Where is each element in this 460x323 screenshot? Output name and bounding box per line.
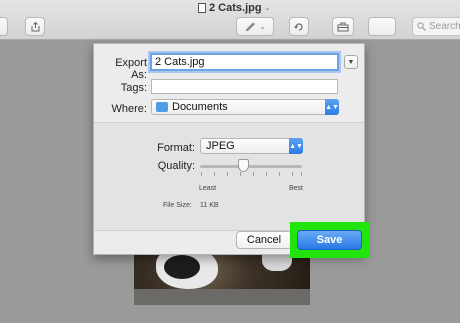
slider-tick (301, 172, 302, 176)
slider-tick (214, 172, 215, 176)
photo-cat-patch (164, 255, 200, 279)
slider-tick (253, 172, 254, 176)
least-label: Least (199, 185, 217, 192)
slider-tick (240, 172, 241, 176)
window-titlebar: 2 Cats.jpg ⌄ ⌄ Search (0, 0, 460, 40)
quality-slider[interactable] (200, 165, 302, 168)
sidebar-toggle-button[interactable] (0, 17, 8, 36)
format-label: Format: (157, 142, 195, 154)
document-icon (198, 3, 206, 13)
format-popup[interactable]: JPEG ▲▼ (200, 138, 303, 154)
folder-icon (156, 102, 168, 112)
search-placeholder: Search (429, 21, 460, 32)
share-button[interactable] (25, 17, 45, 36)
tags-label: Tags: (120, 82, 147, 94)
slider-tick (227, 172, 228, 176)
quality-slider-knob[interactable] (237, 159, 249, 172)
export-as-label: Export As: (115, 57, 147, 81)
popup-arrows-icon: ▲▼ (289, 138, 303, 154)
slider-tick (292, 172, 293, 176)
cancel-button[interactable]: Cancel (236, 231, 292, 249)
cancel-label: Cancel (246, 234, 282, 246)
format-value: JPEG (206, 140, 235, 152)
search-field[interactable]: Search (412, 17, 460, 36)
slider-tick (201, 172, 202, 176)
window-title-text: 2 Cats.jpg (209, 2, 262, 14)
toolbox-button[interactable] (332, 17, 354, 36)
export-as-field[interactable]: 2 Cats.jpg (150, 53, 339, 71)
markup-chevron-icon: ⌄ (259, 23, 266, 31)
share-icon (31, 21, 39, 31)
layout-button[interactable] (368, 17, 396, 36)
where-label: Where: (111, 103, 147, 115)
window-title: 2 Cats.jpg ⌄ (198, 2, 270, 14)
slider-tick (266, 172, 267, 176)
where-popup[interactable]: Documents ▲▼ (151, 99, 339, 115)
slider-tick (279, 172, 280, 176)
magnifier-icon (417, 22, 426, 31)
file-size-value: 11 KB (200, 202, 219, 209)
markup-button[interactable]: ⌄ (236, 17, 274, 36)
file-size-label: File Size: (163, 202, 192, 209)
popup-arrows-icon: ▲▼ (325, 99, 339, 115)
photo-floor (134, 289, 310, 305)
chevron-down-icon: ▼ (347, 58, 355, 66)
expand-button[interactable]: ▼ (344, 55, 358, 69)
title-chevron-icon[interactable]: ⌄ (265, 4, 271, 12)
quality-label: Quality: (157, 160, 195, 172)
tags-field[interactable] (151, 79, 338, 94)
rotate-icon (294, 22, 303, 31)
options-divider-top (94, 122, 364, 123)
save-label: Save (316, 234, 343, 246)
best-label: Best (289, 185, 304, 192)
export-as-value: 2 Cats.jpg (155, 56, 205, 68)
toolbox-icon (337, 22, 349, 31)
where-value: Documents (172, 101, 228, 113)
save-button[interactable]: Save (297, 230, 362, 250)
rotate-button[interactable] (289, 17, 309, 36)
pen-icon (245, 22, 255, 31)
